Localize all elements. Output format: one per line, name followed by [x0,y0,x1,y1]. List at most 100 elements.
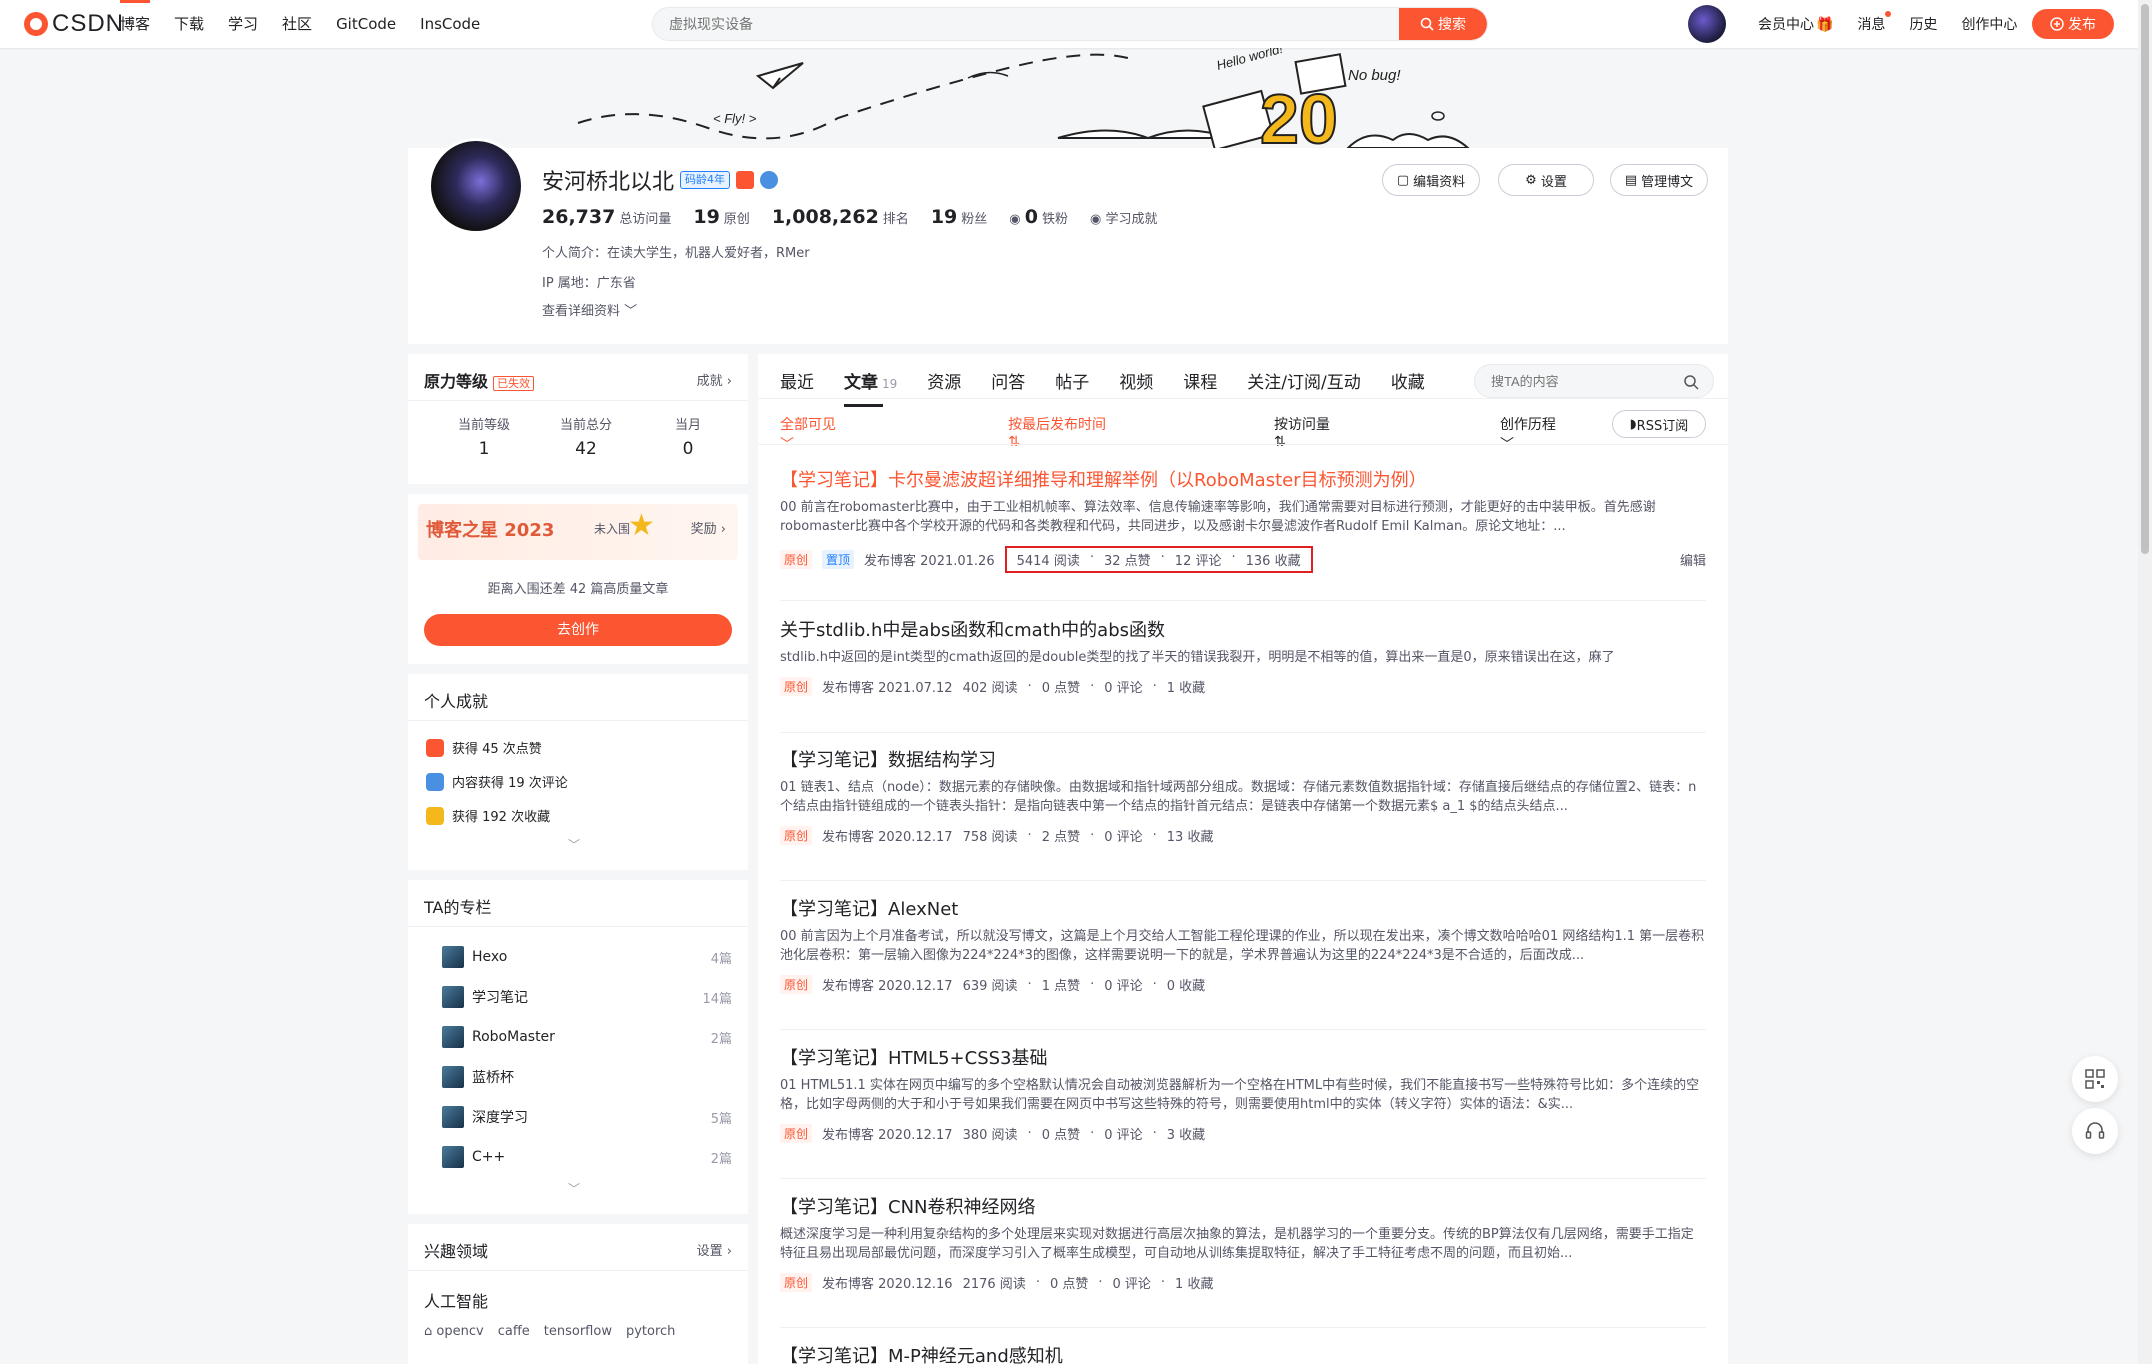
link-label: 设置 [696,1244,723,1259]
content-search-input[interactable] [1491,365,1681,397]
nav-vip-center[interactable]: 会员中心 🎁 [1758,14,1833,34]
interest-tag[interactable]: tensorflow [544,1324,612,1339]
column-item[interactable]: 深度学习 5篇 [442,1106,732,1128]
interest-field: 人工智能 [424,1292,489,1311]
banner-hello-text: Hello world! [1215,48,1285,73]
article-edit-link[interactable]: 编辑 [1680,550,1706,569]
article-title[interactable]: 【学习笔记】M-P神经元and感知机 [780,1342,1706,1364]
interests-settings-link[interactable]: 设置 › [697,1240,732,1259]
settings-button[interactable]: ⚙ 设置 [1498,164,1594,196]
achievement-link[interactable]: 成就 › [697,370,732,389]
stat-fans[interactable]: 19 粉丝 [931,206,987,228]
profile-name: 安河桥北以北 [542,170,675,195]
nav-inscode[interactable]: InsCode [420,0,480,48]
manage-posts-button[interactable]: ▤ 管理博文 [1610,164,1708,196]
original-badge: 原创 [780,975,813,994]
interest-tag[interactable]: ⌂ opencv [424,1324,484,1339]
article-item[interactable]: 关于stdlib.h中是abs函数和cmath中的abs函数 stdlib.h中… [780,616,1706,733]
stat-rank[interactable]: 1,008,262 排名 [772,206,909,228]
column-count: 14篇 [702,991,732,1007]
create-button[interactable]: 去创作 [424,614,732,646]
interest-tag[interactable]: caffe [498,1324,530,1339]
customer-service-button[interactable] [2072,1108,2118,1154]
tab-recent[interactable]: 最近 [780,368,814,393]
achievement-favorites: 获得 192 次收藏 [426,806,550,825]
filter-sort-date[interactable]: 按最后发布时间 ⇅ [1008,414,1220,454]
article-title[interactable]: 【学习笔记】AlexNet [780,895,1706,921]
nav-messages[interactable]: 消息 [1857,11,1892,34]
column-item[interactable]: Hexo 4篇 [442,946,732,968]
filter-sort-views[interactable]: 按访问量 ⇅ [1274,414,1446,454]
article-item[interactable]: 【学习笔记】CNN卷积神经网络 概述深度学习是一种利用复杂结构的多个处理层来实现… [780,1193,1706,1328]
article-item[interactable]: 【学习笔记】HTML5+CSS3基础 01 HTML51.1 实体在网页中编写的… [780,1044,1706,1179]
code-age-badge: 码龄4年 [680,171,731,189]
column-name: 深度学习 [472,1110,528,1126]
column-item[interactable]: 学习笔记 14篇 [442,986,732,1008]
content-tabs: 最近 文章 19 资源 问答 帖子 视频 课程 关注/订阅/互动 收藏 [780,368,1425,407]
tab-favorites[interactable]: 收藏 [1391,368,1425,393]
column-item[interactable]: RoboMaster 2篇 [442,1026,732,1048]
article-title[interactable]: 【学习笔记】卡尔曼滤波超详细推导和理解举例（以RoboMaster目标预测为例） [780,466,1706,492]
user-avatar[interactable] [1688,5,1726,43]
nav-blog[interactable]: 博客 [120,0,151,48]
csdn-logo[interactable]: CSDN [24,10,124,38]
expand-chevron-icon[interactable]: ﹀ [568,836,580,853]
search-button[interactable]: 搜索 [1399,8,1487,40]
tab-follows[interactable]: 关注/订阅/互动 [1247,368,1360,393]
achievement-text: 获得 45 次点赞 [452,742,542,757]
qr-code-button[interactable] [2072,1056,2118,1102]
article-comments: 0 评论 [1112,1277,1151,1292]
tab-articles[interactable]: 文章 19 [844,368,897,407]
stat-iron-fans[interactable]: ◉ 0 铁粉 [1009,206,1068,228]
columns-card: TA的专栏 Hexo 4篇 学习笔记 14篇 RoboMaster 2篇 蓝桥杯 深度… [408,880,748,1214]
article-date: 发布博客 2020.12.17 [822,1128,953,1143]
profile-avatar[interactable] [428,138,524,234]
stat-label: 铁粉 [1042,212,1069,227]
article-title[interactable]: 【学习笔记】CNN卷积神经网络 [780,1193,1706,1219]
stat-visits[interactable]: 26,737 总访问量 [542,206,671,228]
edit-profile-button[interactable]: ▢ 编辑资料 [1382,164,1480,196]
button-label: 设置 [1540,174,1567,190]
expand-chevron-icon[interactable]: ﹀ [568,1180,580,1197]
tab-posts[interactable]: 帖子 [1055,368,1089,393]
article-date: 发布博客 2020.12.17 [822,979,953,994]
article-title[interactable]: 【学习笔记】HTML5+CSS3基础 [780,1044,1706,1070]
article-likes: 2 点赞 [1041,830,1081,845]
article-desc: 01 链表1、结点（node）：数据元素的存储映像。由数据域和指针域两部分组成。… [780,780,1697,814]
tab-resources[interactable]: 资源 [927,368,961,393]
tab-courses[interactable]: 课程 [1183,368,1217,393]
article-item[interactable]: 【学习笔记】卡尔曼滤波超详细推导和理解举例（以RoboMaster目标预测为例）… [780,466,1706,601]
stat-original[interactable]: 19 原创 [693,206,749,228]
tab-videos[interactable]: 视频 [1119,368,1153,393]
top-search-input[interactable] [669,8,1329,40]
interest-tag[interactable]: pytorch [626,1324,675,1339]
rss-button[interactable]: ◗ RSS订阅 [1612,410,1706,438]
profile-more-link[interactable]: 查看详细资料 ﹀ [542,300,637,319]
nav-learn[interactable]: 学习 [228,0,258,48]
content-search [1474,364,1714,398]
publish-button[interactable]: 发布 [2032,9,2114,39]
filter-visibility[interactable]: 全部可见 ﹀ [780,414,954,454]
nav-creator-center[interactable]: 创作中心 [1961,14,2017,34]
chevron-right-icon: › [726,1244,732,1259]
stat-achievement[interactable]: ◉ 学习成就 [1090,208,1158,227]
search-icon[interactable] [1683,374,1699,390]
article-item[interactable]: 【学习笔记】M-P神经元and感知机 [780,1342,1706,1364]
column-item[interactable]: C++ 2篇 [442,1146,732,1168]
article-likes: 32 点赞 [1103,554,1151,569]
article-item[interactable]: 【学习笔记】数据结构学习 01 链表1、结点（node）：数据元素的存储映像。由… [780,746,1706,881]
article-comments: 0 评论 [1104,830,1143,845]
article-title[interactable]: 关于stdlib.h中是abs函数和cmath中的abs函数 [780,616,1706,642]
nav-download[interactable]: 下载 [174,0,204,48]
article-item[interactable]: 【学习笔记】AlexNet 00 前言因为上个月准备考试，所以就没写博文，这篇是… [780,895,1706,1030]
reward-link[interactable]: 奖励 › [691,518,726,537]
scrollbar-thumb[interactable] [2141,4,2149,554]
nav-gitcode[interactable]: GitCode [336,0,396,48]
tab-qa[interactable]: 问答 [991,368,1025,393]
chevron-down-icon: ﹀ [1499,437,1514,453]
article-desc: stdlib.h中返回的是int类型的cmath返回的是double类型的找了半… [780,650,1615,665]
column-item[interactable]: 蓝桥杯 [442,1066,732,1088]
nav-community[interactable]: 社区 [282,0,312,48]
nav-history[interactable]: 历史 [1909,14,1937,34]
article-title[interactable]: 【学习笔记】数据结构学习 [780,746,1706,772]
